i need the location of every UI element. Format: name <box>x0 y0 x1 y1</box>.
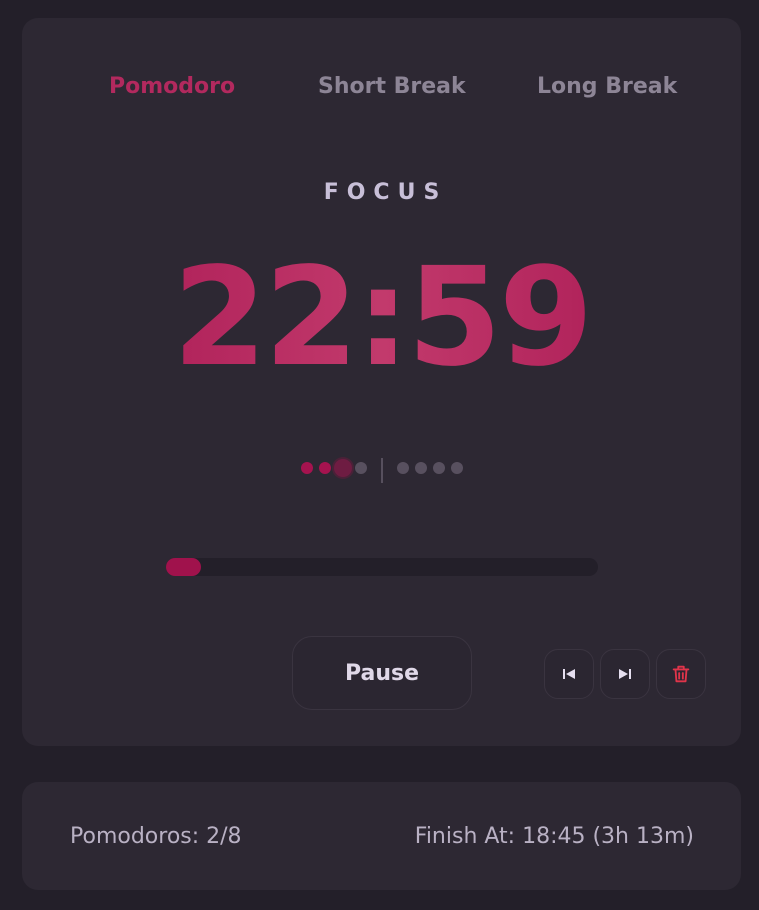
pomodoro-count: Pomodoros: 2/8 <box>70 824 242 849</box>
tab-long-break[interactable]: Long Break <box>537 74 677 99</box>
session-dots <box>22 458 741 488</box>
trash-icon <box>672 665 690 683</box>
stats-footer: Pomodoros: 2/8 Finish At: 18:45 (3h 13m) <box>22 782 741 890</box>
dots-divider <box>381 458 383 483</box>
tab-pomodoro[interactable]: Pomodoro <box>109 74 235 99</box>
pause-button[interactable]: Pause <box>292 636 472 710</box>
skip-previous-icon <box>563 669 575 679</box>
timer-card: Pomodoro Short Break Long Break FOCUS 22… <box>22 18 741 746</box>
session-dot <box>355 462 367 474</box>
session-dot <box>415 462 427 474</box>
skip-next-icon <box>619 669 631 679</box>
skip-next-button[interactable] <box>600 649 650 699</box>
mode-label: FOCUS <box>323 180 448 205</box>
tab-short-break[interactable]: Short Break <box>318 74 466 99</box>
session-dot <box>319 462 331 474</box>
skip-previous-button[interactable] <box>544 649 594 699</box>
progress-fill <box>166 558 201 576</box>
delete-button[interactable] <box>656 649 706 699</box>
session-dot <box>433 462 445 474</box>
timer-display: 22:59 <box>22 250 741 386</box>
session-dot <box>301 462 313 474</box>
session-dot <box>397 462 409 474</box>
progress-bar <box>166 558 598 576</box>
session-dot <box>334 459 352 477</box>
finish-time: Finish At: 18:45 (3h 13m) <box>414 824 694 849</box>
session-dot <box>451 462 463 474</box>
